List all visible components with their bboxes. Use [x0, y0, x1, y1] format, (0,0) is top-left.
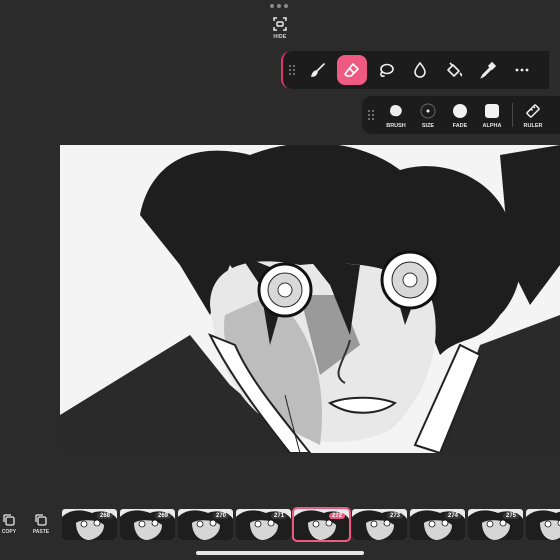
brush-label: BRUSH	[386, 122, 406, 129]
ruler-label: RULER	[523, 122, 543, 129]
frame-thumbnail[interactable]: 271	[236, 509, 291, 540]
hide-button[interactable]: HIDE	[266, 16, 294, 44]
frame-number: 269	[154, 513, 171, 519]
frame-thumbnail[interactable]: 276	[526, 509, 560, 540]
frame-thumbnail[interactable]: 268	[62, 509, 117, 540]
droplet-icon	[414, 61, 426, 78]
paste-label: PASTE	[32, 529, 50, 535]
alpha-label: ALPHA	[482, 122, 502, 129]
frame-number: 272	[328, 513, 345, 519]
timeline-bar: COPY PASTE 268 269 270 271 272 273 274 275 276	[0, 505, 560, 545]
more-icon	[515, 68, 529, 72]
fade-setting[interactable]: FADE	[444, 102, 476, 129]
paste-icon	[35, 514, 47, 526]
smudge-tool-button[interactable]	[403, 53, 437, 87]
more-options-button[interactable]	[505, 53, 539, 87]
home-indicator[interactable]	[196, 551, 364, 555]
brush-icon	[310, 63, 325, 77]
main-toolbar	[281, 51, 549, 89]
frame-preview-image	[526, 509, 560, 540]
top-grabber[interactable]	[270, 4, 288, 8]
fade-label: FADE	[452, 122, 468, 129]
brush-settings-bar: BRUSH SIZE FADE ALPHA RULER	[362, 96, 560, 134]
lasso-icon	[380, 63, 394, 77]
subbar-divider	[512, 103, 513, 127]
hide-icon	[273, 17, 287, 31]
alpha-setting[interactable]: ALPHA	[476, 102, 508, 129]
frame-thumbnail[interactable]: 274	[410, 509, 465, 540]
frame-thumbnail[interactable]: 270	[178, 509, 233, 540]
hide-label: HIDE	[273, 34, 287, 40]
copy-icon	[3, 514, 15, 526]
frame-thumbnail[interactable]: 272	[292, 507, 351, 542]
paint-bucket-icon	[447, 62, 463, 77]
grabber-dot	[270, 4, 274, 8]
frame-thumbnail[interactable]: 269	[120, 509, 175, 540]
grabber-dot	[277, 4, 281, 8]
drawing-canvas[interactable]	[60, 145, 560, 453]
drag-handle-icon	[289, 65, 295, 75]
frame-number: 271	[270, 513, 287, 519]
frame-thumbnail[interactable]: 273	[352, 509, 407, 540]
grabber-dot	[284, 4, 288, 8]
eyedropper-tool-button[interactable]	[471, 53, 505, 87]
frame-number: 268	[96, 513, 113, 519]
brush-shape-icon	[390, 104, 402, 116]
alpha-icon	[485, 103, 499, 118]
frame-number: 274	[444, 513, 461, 519]
size-setting[interactable]: SIZE	[412, 102, 444, 129]
frame-number: 273	[386, 513, 403, 519]
brush-tool-button[interactable]	[301, 53, 335, 87]
toolbar-drag-handle[interactable]	[283, 64, 301, 76]
size-label: SIZE	[421, 122, 435, 129]
eyedropper-icon	[480, 61, 497, 79]
ruler-icon	[526, 103, 540, 118]
frame-strip: 268 269 270 271 272 273 274 275 276	[62, 507, 560, 542]
paste-frame-button[interactable]: PASTE	[30, 513, 52, 535]
eraser-tool-button[interactable]	[337, 55, 367, 85]
frame-number: 270	[212, 513, 229, 519]
subbar-drag-handle[interactable]	[362, 109, 380, 121]
drag-handle-icon	[368, 110, 374, 120]
size-icon	[420, 103, 436, 118]
frame-number: 275	[502, 513, 519, 519]
canvas-artwork	[60, 145, 560, 453]
eraser-icon	[344, 63, 359, 77]
brush-setting[interactable]: BRUSH	[380, 102, 412, 129]
copy-label: COPY	[1, 529, 17, 535]
fade-icon	[453, 103, 467, 118]
lasso-tool-button[interactable]	[369, 53, 403, 87]
ruler-setting[interactable]: RULER	[517, 102, 549, 129]
fill-tool-button[interactable]	[437, 53, 471, 87]
frame-thumbnail[interactable]: 275	[468, 509, 523, 540]
copy-frame-button[interactable]: COPY	[0, 513, 20, 535]
